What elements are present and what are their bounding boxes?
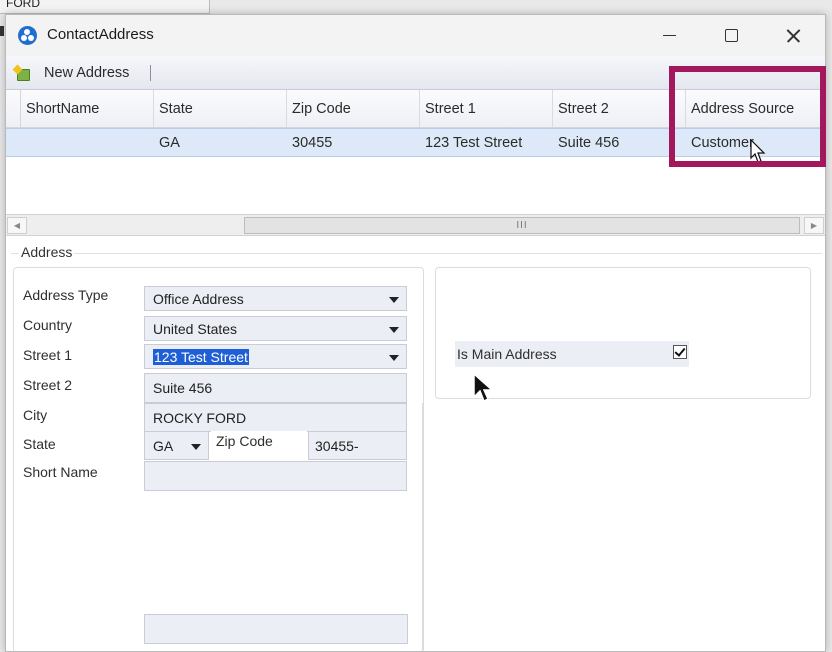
toolbar-separator (150, 65, 151, 81)
background-marker (0, 26, 4, 36)
zip-code-label: Zip Code (211, 431, 307, 460)
window-title: ContactAddress (47, 26, 154, 43)
background-app-strip: FORD (0, 0, 210, 14)
background-strip-text: FORD (6, 0, 40, 10)
is-main-address-checkbox[interactable] (673, 345, 687, 359)
app-icon (18, 26, 37, 45)
column-header-zip-code[interactable]: Zip Code (287, 90, 420, 127)
minimize-button[interactable] (638, 15, 700, 56)
grid-header: ShortName State Zip Code Street 1 Street… (6, 90, 825, 128)
cell-state[interactable]: GA (154, 129, 287, 156)
new-address-icon[interactable] (12, 64, 32, 82)
bottom-input[interactable] (144, 614, 408, 644)
country-label: Country (23, 317, 73, 333)
table-row[interactable]: GA 30455 123 Test Street Suite 456 Custo… (6, 128, 825, 157)
scrollbar-thumb[interactable]: III (244, 217, 800, 234)
short-name-input[interactable] (144, 461, 407, 491)
column-header-address-source[interactable]: Address Source (686, 90, 825, 127)
city-input[interactable]: ROCKY FORD (144, 403, 407, 432)
scroll-right-arrow-icon[interactable]: ▶ (804, 217, 824, 234)
cell-street-1[interactable]: 123 Test Street (420, 129, 553, 156)
column-header-street-2[interactable]: Street 2 (553, 90, 686, 127)
toolbar: New Address (6, 56, 825, 90)
city-label: City (23, 407, 48, 423)
address-type-select[interactable]: Office Address (144, 286, 407, 311)
is-main-address-label: Is Main Address (455, 341, 689, 367)
row-indicator-header (6, 90, 21, 127)
contact-address-window: ContactAddress New Address ShortName Sta… (5, 14, 826, 652)
street-2-label: Street 2 (23, 377, 73, 393)
country-select[interactable]: United States (144, 316, 407, 341)
short-name-label: Short Name (23, 464, 98, 480)
new-address-button[interactable]: New Address (44, 65, 129, 81)
address-group-label: Address (19, 244, 75, 260)
cell-street-2[interactable]: Suite 456 (553, 129, 686, 156)
zip-code-input[interactable]: 30455- (308, 431, 407, 460)
cell-shortname[interactable] (21, 129, 154, 156)
scroll-left-arrow-icon[interactable]: ◀ (7, 217, 27, 234)
column-header-state[interactable]: State (154, 90, 287, 127)
group-divider (11, 253, 822, 254)
address-grid[interactable]: ShortName State Zip Code Street 1 Street… (6, 90, 825, 212)
street-1-label: Street 1 (23, 347, 73, 363)
title-bar[interactable]: ContactAddress (6, 15, 825, 56)
horizontal-scrollbar[interactable]: ◀ III ▶ (6, 214, 825, 236)
state-label: State (23, 436, 56, 452)
address-type-label: Address Type (23, 287, 109, 303)
right-lower-area (422, 403, 822, 651)
close-button[interactable] (762, 15, 824, 56)
street-1-combo[interactable]: 123 Test Street (144, 344, 407, 369)
maximize-button[interactable] (700, 15, 762, 56)
state-select[interactable]: GA (144, 431, 209, 460)
column-header-shortname[interactable]: ShortName (21, 90, 154, 127)
street-2-input[interactable]: Suite 456 (144, 373, 407, 403)
column-header-street-1[interactable]: Street 1 (420, 90, 553, 127)
cell-zip-code[interactable]: 30455 (287, 129, 420, 156)
street-1-selected-text[interactable]: 123 Test Street (153, 348, 249, 365)
